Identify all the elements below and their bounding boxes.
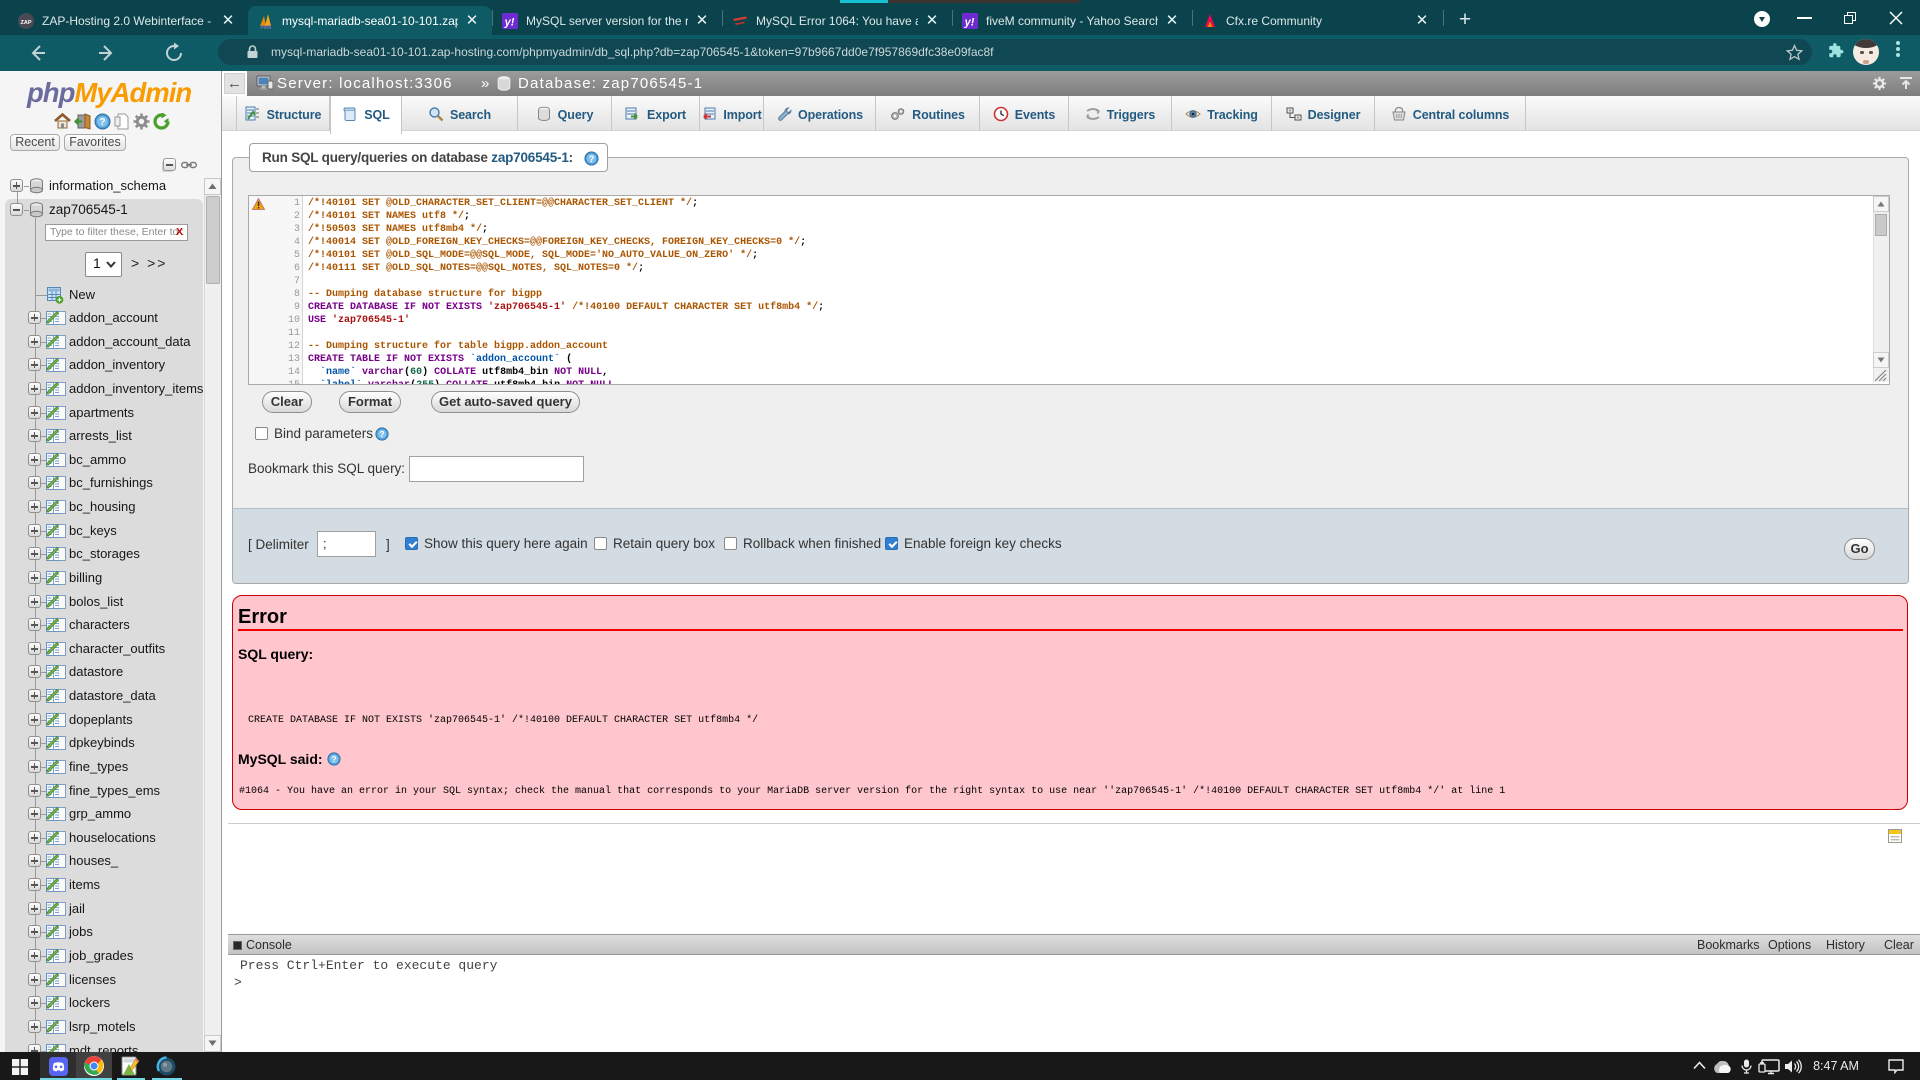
svg-text:ZAP: ZAP: [21, 20, 32, 26]
svg-text:y!: y!: [504, 17, 515, 29]
svg-text:?: ?: [589, 154, 594, 164]
svg-text:?: ?: [379, 430, 384, 439]
svg-text:PMA: PMA: [260, 25, 272, 29]
svg-text:?: ?: [99, 117, 105, 128]
svg-text:?: ?: [331, 755, 336, 764]
svg-text:y!: y!: [964, 17, 975, 29]
